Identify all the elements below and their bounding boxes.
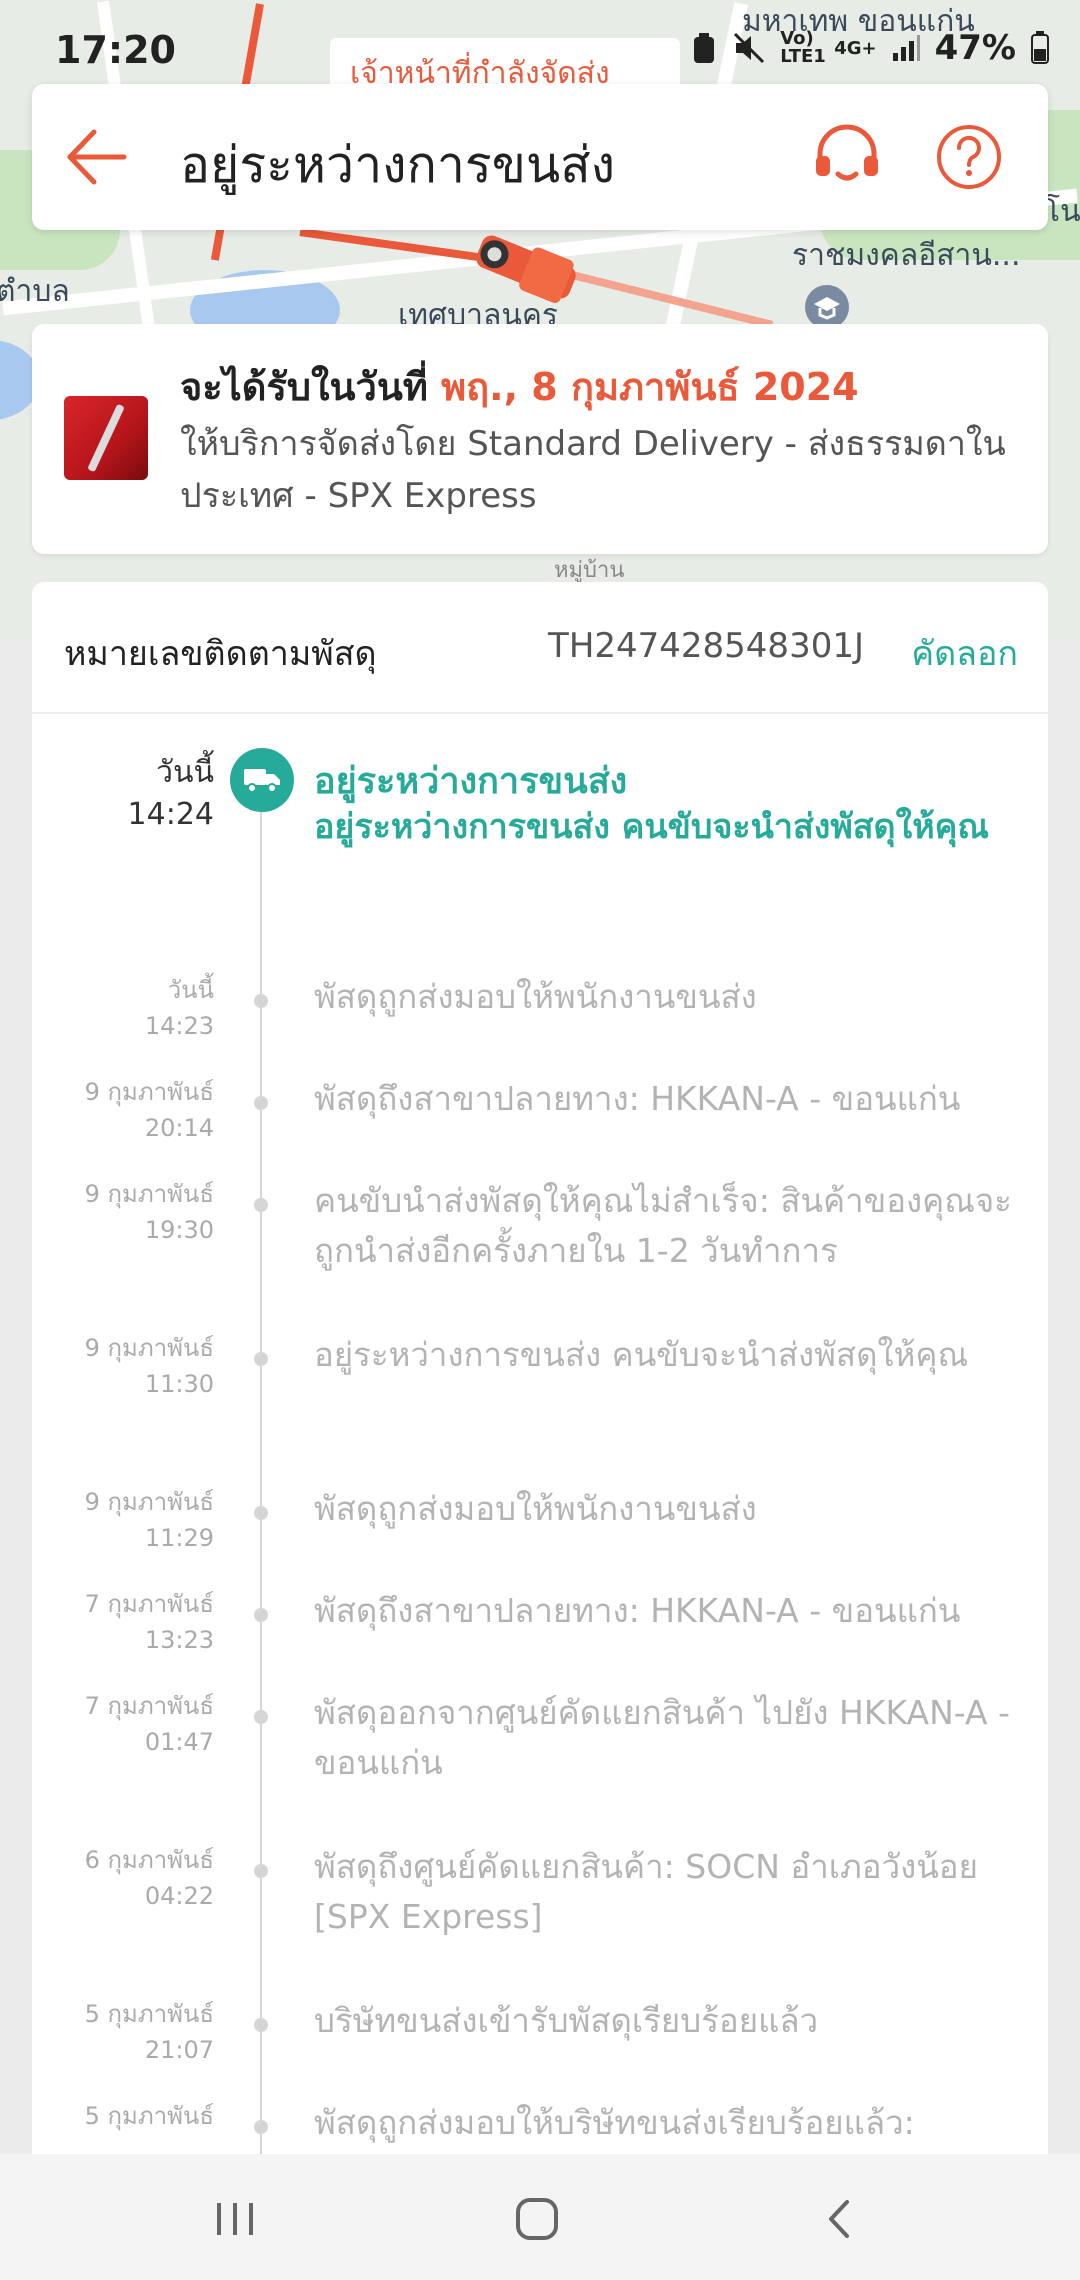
system-nav-bar bbox=[0, 2154, 1080, 2280]
signal-label: 4G+ bbox=[834, 37, 877, 59]
event-timestamp: 7 กุมภาพันธ์ 13:23 bbox=[84, 1590, 214, 1654]
eta-date: พฤ., 8 กุมภาพันธ์ 2024 bbox=[441, 365, 859, 409]
tracking-number-row: หมายเลขติดตามพัสดุ TH247428548301J คัดลอ… bbox=[32, 582, 1048, 714]
timeline-dot bbox=[254, 1710, 268, 1724]
recents-icon bbox=[217, 2203, 253, 2235]
back-button[interactable] bbox=[62, 122, 132, 192]
event-description: พัสดุถูกส่งมอบให้พนักงานขนส่ง bbox=[314, 1489, 757, 1528]
event-timestamp: 5 กุมภาพันธ์ bbox=[84, 2102, 214, 2130]
event-timestamp: วันนี้ 14:24 bbox=[128, 752, 214, 836]
delivery-estimate-card: จะได้รับในวันที่ พฤ., 8 กุมภาพันธ์ 2024 … bbox=[32, 324, 1048, 554]
estimated-delivery: จะได้รับในวันที่ พฤ., 8 กุมภาพันธ์ 2024 bbox=[180, 356, 859, 417]
event-description: อยู่ระหว่างการขนส่ง คนขับจะนำส่งพัสดุให้… bbox=[314, 807, 989, 847]
event-timestamp: 5 กุมภาพันธ์ 21:07 bbox=[84, 2000, 214, 2064]
timeline-dot bbox=[254, 1506, 268, 1520]
map-label: ตำบล bbox=[0, 274, 70, 309]
help-button[interactable] bbox=[932, 120, 1006, 194]
status-time: 17:20 bbox=[55, 28, 176, 72]
timeline-dot bbox=[254, 994, 268, 1008]
event-timestamp: 9 กุมภาพันธ์ 19:30 bbox=[84, 1180, 214, 1244]
tracking-number: TH247428548301J bbox=[548, 626, 864, 666]
event-timestamp: 9 กุมภาพันธ์ 20:14 bbox=[84, 1078, 214, 1142]
header-bar: อยู่ระหว่างการขนส่ง bbox=[32, 84, 1048, 230]
event-timestamp: 9 กุมภาพันธ์ 11:29 bbox=[84, 1488, 214, 1552]
event-timestamp: 6 กุมภาพันธ์ 04:22 bbox=[84, 1846, 214, 1910]
question-circle-icon bbox=[937, 125, 1001, 189]
recents-button[interactable] bbox=[200, 2184, 270, 2254]
support-button[interactable] bbox=[810, 120, 884, 194]
product-thumbnail[interactable] bbox=[64, 396, 148, 480]
mute-icon bbox=[734, 32, 765, 64]
timeline-dot bbox=[254, 1352, 268, 1366]
home-icon bbox=[516, 2198, 558, 2240]
signal-icon bbox=[892, 35, 920, 61]
map-label: โน bbox=[1044, 194, 1080, 229]
chevron-left-icon bbox=[829, 2200, 849, 2238]
timeline-dot bbox=[254, 2018, 268, 2032]
recycle-icon bbox=[694, 33, 715, 63]
event-time: 14:24 bbox=[127, 797, 214, 832]
tracking-number-label: หมายเลขติดตามพัสดุ bbox=[64, 634, 377, 674]
network-label: Vo) LTE1 bbox=[780, 28, 826, 67]
eta-prefix: จะได้รับในวันที่ bbox=[180, 365, 442, 409]
event-description: พัสดุถึงสาขาปลายทาง: HKKAN-A - ขอนแก่น bbox=[314, 1079, 961, 1118]
timeline-dot bbox=[254, 1864, 268, 1878]
battery-percent: 47% bbox=[934, 28, 1016, 68]
map-label: ราชมงคลอีสาน... bbox=[792, 238, 1021, 273]
event-description: พัสดุถึงสาขาปลายทาง: HKKAN-A - ขอนแก่น bbox=[314, 1591, 961, 1630]
truck-icon bbox=[244, 769, 280, 793]
event-timestamp: 7 กุมภาพันธ์ 01:47 bbox=[84, 1692, 214, 1756]
status-icons: Vo) LTE1 4G+ 47% bbox=[690, 28, 1050, 68]
timeline-dot bbox=[254, 1096, 268, 1110]
battery-icon bbox=[1031, 31, 1049, 64]
event-description: พัสดุถูกส่งมอบให้พนักงานขนส่ง bbox=[314, 977, 757, 1016]
copy-button[interactable]: คัดลอก bbox=[911, 626, 1018, 680]
page-title: อยู่ระหว่างการขนส่ง bbox=[180, 136, 616, 194]
timeline-dot bbox=[254, 1198, 268, 1212]
current-status-badge bbox=[230, 748, 294, 812]
home-button[interactable] bbox=[502, 2184, 572, 2254]
rider-icon bbox=[476, 235, 576, 303]
timeline-dot bbox=[254, 2120, 268, 2134]
tracking-card: หมายเลขติดตามพัสดุ TH247428548301J คัดลอ… bbox=[32, 582, 1048, 2202]
headset-icon bbox=[816, 124, 878, 181]
event-description: พัสดุถึงศูนย์คัดแยกสินค้า: SOCN อำเภอวัง… bbox=[314, 1847, 978, 1936]
event-title: อยู่ระหว่างการขนส่ง bbox=[314, 761, 628, 802]
event-description: พัสดุออกจากศูนย์คัดแยกสินค้า ไปยัง HKKAN… bbox=[314, 1693, 1010, 1782]
event-description: คนขับนำส่งพัสดุให้คุณไม่สำเร็จ: สินค้าขอ… bbox=[314, 1181, 1012, 1270]
nav-back-button[interactable] bbox=[804, 2184, 874, 2254]
arrow-left-icon bbox=[67, 129, 127, 185]
timeline-dot bbox=[254, 1608, 268, 1622]
event-description: พัสดุถูกส่งมอบให้บริษัทขนส่งเรียบร้อยแล้… bbox=[314, 2103, 915, 2142]
event-day: วันนี้ bbox=[156, 755, 214, 790]
event-description: บริษัทขนส่งเข้ารับพัสดุเรียบร้อยแล้ว bbox=[314, 2001, 819, 2040]
event-timestamp: วันนี้ 14:23 bbox=[144, 976, 214, 1040]
event-timestamp: 9 กุมภาพันธ์ 11:30 bbox=[84, 1334, 214, 1398]
delivery-service: ให้บริการจัดส่งโดย Standard Delivery - ส… bbox=[180, 424, 1006, 516]
event-description: อยู่ระหว่างการขนส่ง คนขับจะนำส่งพัสดุให้… bbox=[314, 1335, 969, 1374]
